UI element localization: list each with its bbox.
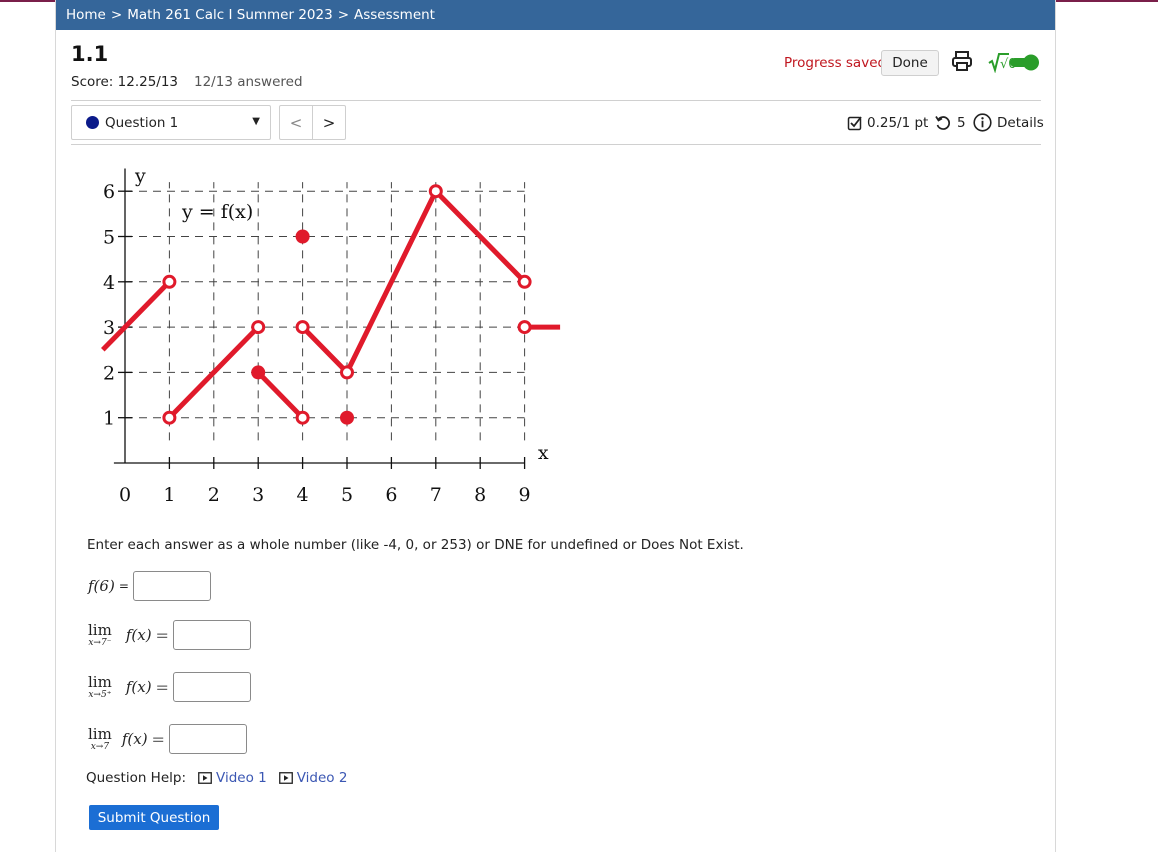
answer-row-lim-5-right: lim x→5⁺ f(x) = [88,672,251,702]
video-1-link[interactable]: Video 1 [198,770,267,786]
open-point [517,274,532,289]
video-1-label: Video 1 [216,770,267,786]
y-tick-label: 5 [103,227,115,249]
function-fx: f(x) [125,626,152,644]
closed-point [251,365,266,380]
breadcrumb-separator: > [337,7,349,23]
closed-point [340,410,354,425]
checkbox-icon [847,116,862,131]
video-play-icon [198,772,212,784]
limit-subscript: x→7 [90,742,110,752]
x-tick-label: 1 [163,484,175,506]
next-question-button[interactable]: > [312,105,346,140]
previous-question-button[interactable]: < [279,105,313,140]
function-fx: f(x) [125,678,152,696]
submit-question-button[interactable]: Submit Question [89,805,219,830]
graph-title: y = f(x) [181,201,253,223]
assessment-title: 1.1 [71,42,109,66]
details-label: Details [997,114,1044,131]
question-bar-divider [71,144,1041,145]
x-tick-label: 6 [385,484,397,506]
question-points: 0.25/1 pt [847,115,928,131]
answer-input-lim-7-left[interactable] [172,620,251,650]
breadcrumb-current: Assessment [354,7,435,23]
math-entry-toggle[interactable]: √0 [988,51,1042,74]
x-tick-label: 8 [474,484,486,506]
limit-expression: lim x→7 [88,726,112,752]
x-tick-label: 4 [297,484,309,506]
y-tick-label: 4 [103,272,115,294]
points-text: 0.25/1 pt [867,115,929,131]
caret-down-icon: ▼ [252,116,260,127]
video-2-link[interactable]: Video 2 [278,770,348,786]
video-play-icon [278,772,293,784]
lim-word: lim [88,725,112,743]
breadcrumb-home-link[interactable]: Home [66,7,106,23]
content-left-border [55,0,56,852]
header-divider [71,100,1041,101]
done-button[interactable]: Done [881,50,939,76]
answer-input-f6[interactable] [132,571,211,601]
answer-row-lim-7-left: lim x→7⁻ f(x) = [88,620,251,650]
limit-expression: lim x→7⁻ [88,622,112,648]
open-point [295,410,310,425]
f6-label: f(6) [88,577,115,595]
limit-expression: lim x→5⁺ [88,674,112,700]
x-tick-label: 7 [430,484,442,506]
open-point [162,274,177,289]
answer-input-lim-7[interactable] [168,724,247,754]
function-graph: 0 1 2 3 4 5 6 7 8 9123456xy y = f(x) [101,168,561,506]
x-tick-label: 3 [252,484,264,506]
details-link[interactable]: Details [973,113,1044,132]
open-point [340,365,354,380]
y-tick-label: 6 [103,181,115,203]
limit-subscript: x→5⁺ [88,690,112,700]
lim-word: lim [88,621,112,639]
y-axis-label: y [134,168,146,187]
answered-count: 12/13 answered [194,74,303,90]
score-text: Score: 12.25/13 [71,74,179,90]
equals-sign: = [151,729,165,749]
open-point [295,320,310,335]
y-tick-label: 1 [103,408,115,430]
equals-sign: = [118,579,129,593]
breadcrumb-course-link[interactable]: Math 261 Calc I Summer 2023 [127,7,333,23]
function-segment [256,370,305,420]
question-selector[interactable]: Question 1 ▼ [71,105,271,140]
question-help-label: Question Help: [86,770,186,786]
lim-word: lim [88,673,112,691]
attempts-text: 5 [957,115,966,131]
function-fx: f(x) [121,730,148,748]
open-point [162,410,177,425]
question-help: Question Help: Video 1 Video 2 [86,770,347,786]
x-axis-label: x [538,442,549,464]
answer-input-lim-5-right[interactable] [172,672,251,702]
equals-sign: = [155,677,169,697]
open-point [251,320,266,335]
closed-point [295,229,310,244]
instructions-text: Enter each answer as a whole number (lik… [87,537,744,553]
x-tick-label: 0 [119,484,131,506]
print-icon[interactable] [951,50,973,72]
equals-sign: = [155,625,169,645]
progress-status: Progress saved [784,55,887,71]
open-point [428,184,443,199]
video-2-label: Video 2 [296,770,348,786]
question-status-dot [86,116,99,129]
attempts-remaining: 5 [935,115,966,131]
answer-row-lim-7: lim x→7 f(x) = [88,724,247,754]
answer-row-f6: f(6) = [88,571,211,601]
question-selector-label: Question 1 [105,114,179,131]
x-tick-label: 9 [519,484,531,506]
x-tick-label: 5 [341,484,353,506]
content-right-border [1055,0,1056,852]
open-point [517,320,532,335]
breadcrumb: Home > Math 261 Calc I Summer 2023 > Ass… [56,0,1055,30]
retry-icon [935,116,950,130]
y-tick-label: 2 [103,362,115,384]
limit-subscript: x→7⁻ [88,638,112,648]
x-tick-label: 2 [208,484,220,506]
breadcrumb-separator: > [110,7,123,23]
info-icon [973,113,992,132]
